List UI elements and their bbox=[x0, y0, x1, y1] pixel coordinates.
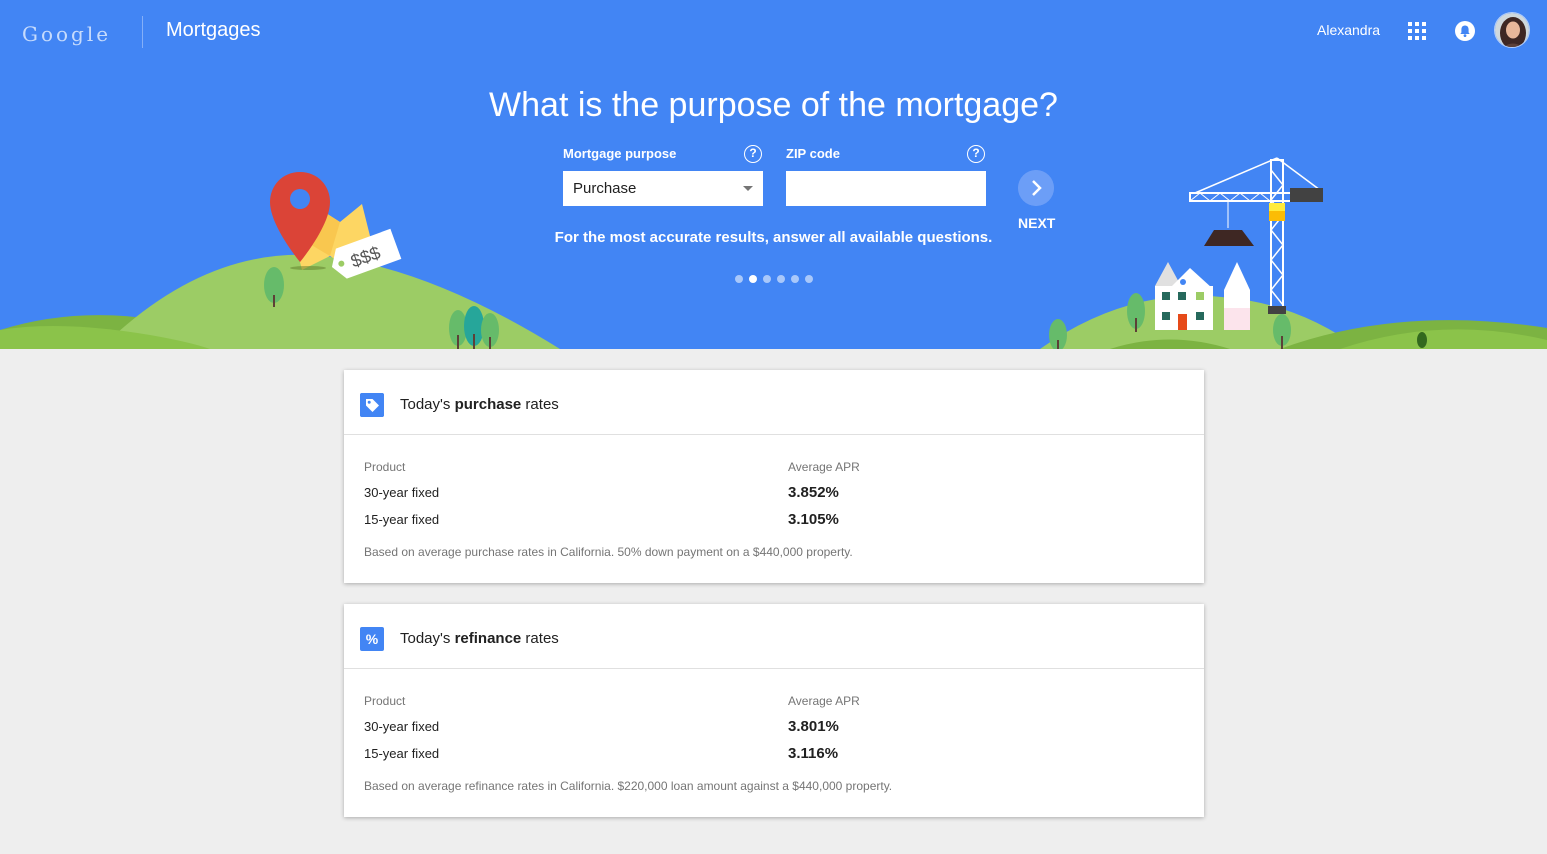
zip-code-input[interactable] bbox=[786, 171, 986, 206]
apr-value: 3.116% bbox=[788, 745, 839, 762]
apr-value: 3.105% bbox=[788, 511, 839, 528]
house-icon bbox=[1155, 262, 1250, 330]
help-circle-icon[interactable]: ? bbox=[967, 145, 985, 163]
column-header-apr: Average APR bbox=[788, 460, 860, 474]
product-name: 30-year fixed bbox=[364, 485, 440, 500]
user-photo bbox=[1495, 13, 1529, 47]
purchase-rates-card: Today's purchase rates Product Average A… bbox=[344, 370, 1204, 583]
app-title[interactable]: Mortgages bbox=[166, 19, 261, 42]
price-tag-icon bbox=[360, 393, 384, 417]
user-name[interactable]: Alexandra bbox=[1317, 22, 1380, 38]
header-divider bbox=[142, 16, 143, 48]
hero-banner: $$$ Google Mortgages Alexandra What is t… bbox=[0, 0, 1547, 349]
zip-code-label: ZIP code bbox=[786, 146, 840, 161]
mortgage-purpose-value: Purchase bbox=[573, 180, 637, 197]
card-title: Today's refinance rates bbox=[400, 630, 559, 647]
step-indicator bbox=[735, 275, 813, 283]
notifications-bell-icon[interactable] bbox=[1454, 20, 1476, 42]
step-dot[interactable] bbox=[805, 275, 813, 283]
step-dot[interactable] bbox=[791, 275, 799, 283]
apr-value: 3.801% bbox=[788, 718, 839, 735]
product-name: 15-year fixed bbox=[364, 512, 440, 527]
top-app-bar: Google Mortgages Alexandra bbox=[0, 0, 1547, 64]
apps-grid-icon[interactable] bbox=[1408, 22, 1426, 40]
card-header: % Today's refinance rates bbox=[344, 604, 1204, 669]
card-title: Today's purchase rates bbox=[400, 396, 559, 413]
avatar[interactable] bbox=[1494, 12, 1530, 48]
percent-icon: % bbox=[360, 627, 384, 651]
step-dot[interactable] bbox=[735, 275, 743, 283]
step-dot[interactable] bbox=[777, 275, 785, 283]
mortgage-purpose-select[interactable]: Purchase bbox=[563, 171, 763, 206]
rates-footnote: Based on average purchase rates in Calif… bbox=[364, 545, 853, 559]
rates-footnote: Based on average refinance rates in Cali… bbox=[364, 779, 893, 793]
mortgage-purpose-label: Mortgage purpose bbox=[563, 146, 677, 161]
next-button[interactable] bbox=[1018, 170, 1054, 206]
apr-value: 3.852% bbox=[788, 484, 839, 501]
step-dot[interactable] bbox=[763, 275, 771, 283]
refinance-rates-card: % Today's refinance rates Product Averag… bbox=[344, 604, 1204, 817]
hint-text: For the most accurate results, answer al… bbox=[554, 229, 993, 246]
google-logo[interactable]: Google bbox=[22, 22, 111, 46]
help-circle-icon[interactable]: ? bbox=[744, 145, 762, 163]
page-headline: What is the purpose of the mortgage? bbox=[489, 86, 1058, 124]
column-header-apr: Average APR bbox=[788, 694, 860, 708]
step-dot[interactable] bbox=[749, 275, 757, 283]
card-header: Today's purchase rates bbox=[344, 370, 1204, 435]
column-header-product: Product bbox=[364, 694, 406, 708]
product-name: 30-year fixed bbox=[364, 719, 440, 734]
column-header-product: Product bbox=[364, 460, 406, 474]
dropdown-caret-icon bbox=[743, 186, 753, 191]
product-name: 15-year fixed bbox=[364, 746, 440, 761]
